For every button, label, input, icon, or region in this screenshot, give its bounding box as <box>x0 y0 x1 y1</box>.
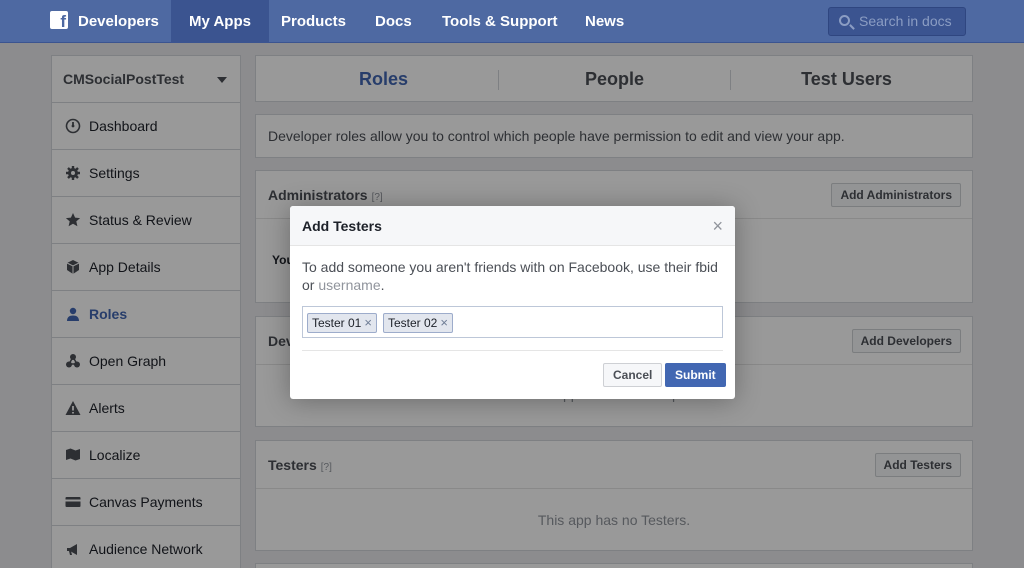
dialog-title: Add Testers <box>302 218 382 234</box>
close-icon[interactable]: × <box>712 216 723 236</box>
submit-button[interactable]: Submit <box>665 363 726 387</box>
nav-dim <box>0 0 1024 43</box>
testers-token-input[interactable]: Tester 01 × Tester 02 × <box>302 306 723 338</box>
add-testers-dialog: Add Testers × To add someone you aren't … <box>290 206 735 399</box>
remove-token-icon[interactable]: × <box>440 315 448 330</box>
username-link[interactable]: username <box>318 277 380 293</box>
remove-token-icon[interactable]: × <box>364 315 372 330</box>
dialog-divider <box>302 350 723 351</box>
dialog-header: Add Testers × <box>290 206 735 246</box>
tester-token: Tester 01 × <box>307 313 377 333</box>
dialog-instructions: To add someone you aren't friends with o… <box>302 259 718 293</box>
cancel-button[interactable]: Cancel <box>603 363 663 387</box>
tester-token: Tester 02 × <box>383 313 453 333</box>
